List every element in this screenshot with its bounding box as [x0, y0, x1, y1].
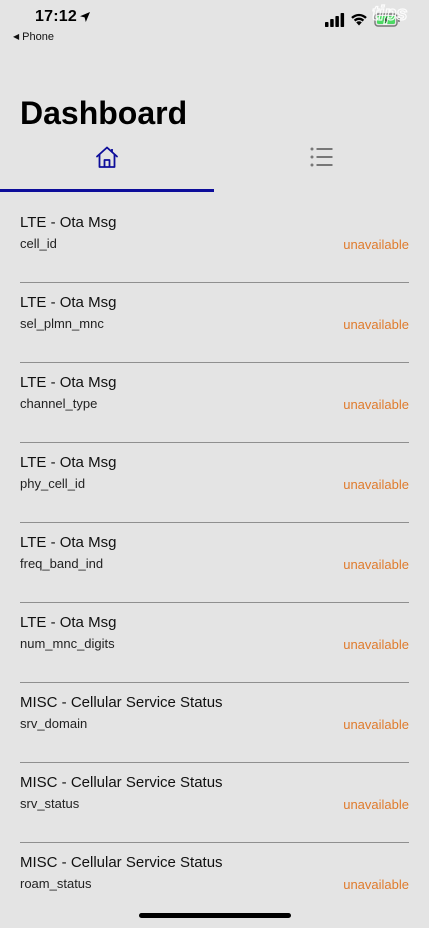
list-item[interactable]: MISC - Cellular Service Status srv_statu… — [20, 763, 409, 843]
list-item[interactable]: LTE - Ota Msg cell_id unavailable — [20, 203, 409, 283]
status-time: 17:12 — [35, 8, 77, 25]
page-title: Dashboard — [20, 95, 188, 131]
status-bar: 17:12 ◀ Phone tips — [0, 0, 429, 48]
location-arrow-icon — [80, 12, 90, 22]
active-tab-indicator — [0, 189, 214, 192]
status-label: unavailable — [343, 317, 409, 332]
item-field: cell_id — [20, 236, 57, 251]
list-icon — [310, 147, 333, 167]
item-title: LTE - Ota Msg — [20, 374, 117, 391]
item-field: channel_type — [20, 396, 98, 411]
item-field: sel_plmn_mnc — [20, 316, 104, 331]
list-item[interactable]: MISC - Cellular Service Status srv_domai… — [20, 683, 409, 763]
cellular-signal-icon — [325, 13, 345, 27]
list-item[interactable]: MISC - Cellular Service Status roam_stat… — [20, 843, 409, 923]
status-label: unavailable — [343, 397, 409, 412]
svg-text:tips: tips — [372, 3, 408, 25]
item-title: LTE - Ota Msg — [20, 614, 117, 631]
status-label: unavailable — [343, 237, 409, 252]
dashboard-list: LTE - Ota Msg cell_id unavailable LTE - … — [0, 203, 429, 923]
status-label: unavailable — [343, 797, 409, 812]
item-field: freq_band_ind — [20, 556, 104, 571]
item-field: phy_cell_id — [20, 476, 86, 491]
list-item[interactable]: LTE - Ota Msg sel_plmn_mnc unavailable — [20, 283, 409, 363]
item-title: LTE - Ota Msg — [20, 294, 117, 311]
status-label: unavailable — [343, 637, 409, 652]
home-indicator-bar[interactable] — [139, 913, 291, 918]
item-title: LTE - Ota Msg — [20, 534, 117, 551]
item-field: srv_domain — [20, 716, 88, 731]
home-icon — [96, 146, 118, 168]
item-title: MISC - Cellular Service Status — [20, 854, 223, 871]
item-field: roam_status — [20, 876, 92, 891]
list-item[interactable]: LTE - Ota Msg freq_band_ind unavailable — [20, 523, 409, 603]
item-field: num_mnc_digits — [20, 636, 115, 651]
list-item[interactable]: LTE - Ota Msg phy_cell_id unavailable — [20, 443, 409, 523]
back-triangle-icon: ◀ — [13, 32, 20, 41]
watermark-logo-icon: tips — [371, 2, 408, 25]
tab-bar — [0, 138, 429, 194]
back-to-app-link[interactable]: ◀ Phone — [13, 31, 54, 43]
back-app-label: Phone — [22, 31, 54, 43]
tab-list[interactable] — [214, 138, 429, 190]
status-label: unavailable — [343, 877, 409, 892]
status-label: unavailable — [343, 717, 409, 732]
list-item[interactable]: LTE - Ota Msg num_mnc_digits unavailable — [20, 603, 409, 683]
list-item[interactable]: LTE - Ota Msg channel_type unavailable — [20, 363, 409, 443]
item-title: LTE - Ota Msg — [20, 214, 117, 231]
tab-home[interactable] — [0, 138, 214, 190]
item-title: MISC - Cellular Service Status — [20, 694, 223, 711]
item-field: srv_status — [20, 796, 80, 811]
wifi-icon — [351, 13, 367, 26]
item-title: LTE - Ota Msg — [20, 454, 117, 471]
item-title: MISC - Cellular Service Status — [20, 774, 223, 791]
status-label: unavailable — [343, 557, 409, 572]
status-label: unavailable — [343, 477, 409, 492]
